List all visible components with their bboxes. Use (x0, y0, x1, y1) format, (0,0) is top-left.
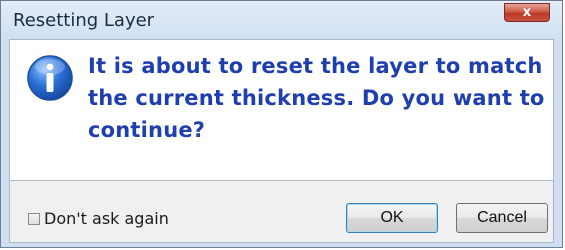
dialog-content: It is about to reset the layer to match … (9, 39, 554, 181)
dialog-message: It is about to reset the layer to match … (88, 54, 545, 142)
close-icon: x (522, 5, 532, 20)
dont-ask-again-label[interactable]: Don't ask again (44, 209, 169, 228)
dialog-window: Resetting Layer x It is about to reset t… (0, 0, 563, 248)
title-bar[interactable]: Resetting Layer x (1, 1, 562, 39)
close-button[interactable]: x (504, 3, 550, 22)
dont-ask-again-checkbox[interactable] (28, 212, 40, 225)
info-icon (27, 55, 73, 101)
dialog-footer: Don't ask again OK Cancel (9, 181, 554, 243)
window-title: Resetting Layer (13, 10, 155, 31)
dont-ask-again-option[interactable]: Don't ask again (28, 209, 169, 228)
ok-button[interactable]: OK (346, 203, 438, 233)
cancel-button[interactable]: Cancel (456, 203, 548, 233)
